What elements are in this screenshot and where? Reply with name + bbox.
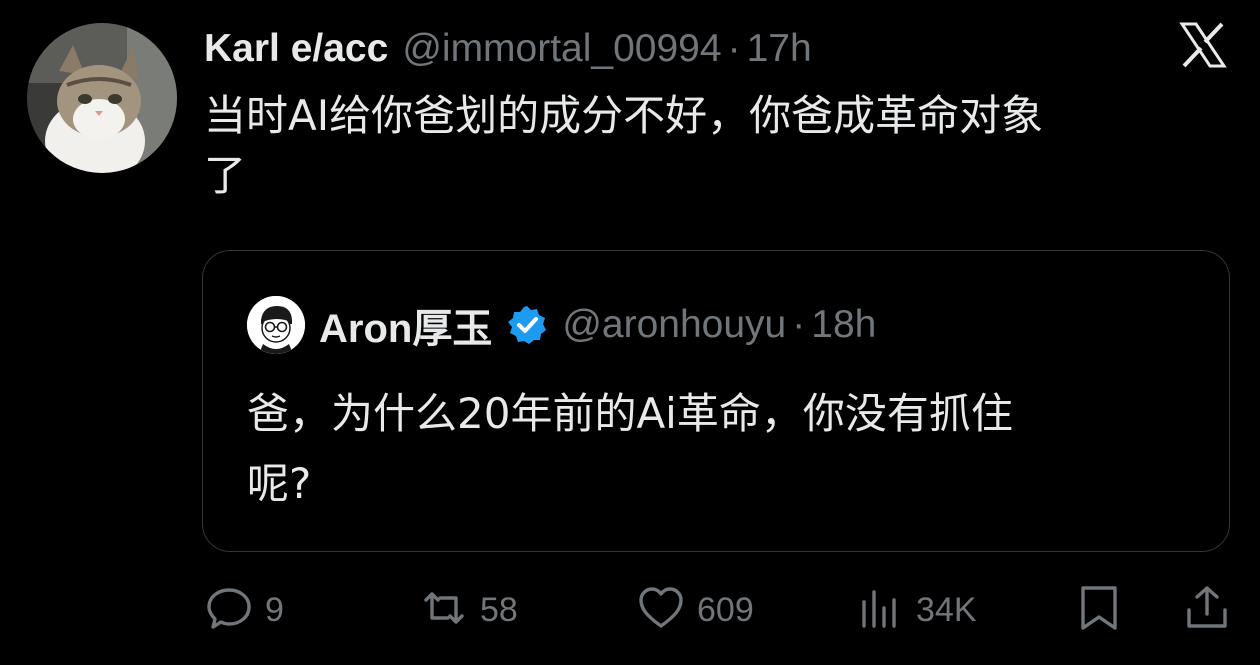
x-logo-icon: [1178, 20, 1228, 70]
quoted-tweet-timestamp[interactable]: 18h: [811, 303, 876, 347]
tweet-text-line: 了: [204, 151, 247, 200]
verified-badge-icon: [506, 304, 548, 346]
share-button[interactable]: [1183, 580, 1231, 640]
bookmark-icon: [1075, 584, 1123, 637]
header-separator: ·: [727, 27, 741, 70]
retweet-button[interactable]: 58: [420, 580, 518, 640]
views-button[interactable]: 34K: [856, 580, 977, 640]
tweet-timestamp[interactable]: 17h: [747, 27, 812, 71]
quoted-author-avatar: [247, 296, 305, 354]
quoted-tweet-card[interactable]: Aron厚玉 @aronhouyu · 18h 爸，为什么20年前的Ai革命，你…: [202, 250, 1230, 552]
author-handle[interactable]: @immortal_00994: [402, 27, 721, 71]
tweet-text-line: 当时AI给你爸划的成分不好，你爸成革命对象: [204, 91, 1044, 140]
retweet-icon: [420, 584, 468, 637]
tweet-text: 当时AI给你爸划的成分不好，你爸成革命对象 了: [204, 86, 1234, 206]
like-button[interactable]: 609: [637, 580, 754, 640]
quoted-author-handle[interactable]: @aronhouyu: [562, 303, 786, 347]
quoted-tweet-text: 爸，为什么20年前的Ai革命，你没有抓住 呢?: [247, 379, 1207, 519]
reply-icon: [205, 584, 253, 637]
tweet-header: Karl e/acc @immortal_00994 · 17h: [204, 24, 812, 74]
like-count: 609: [697, 590, 754, 629]
views-count: 34K: [916, 590, 977, 629]
quoted-header-separator: ·: [792, 303, 806, 346]
quoted-tweet-text-line: 爸，为什么20年前的Ai革命，你没有抓住: [247, 389, 1013, 438]
share-icon: [1183, 584, 1231, 637]
author-avatar[interactable]: [27, 23, 177, 173]
reply-button[interactable]: 9: [205, 580, 284, 640]
tweet-action-bar: 9 58 609 34K: [0, 580, 1260, 640]
bookmark-button[interactable]: [1075, 580, 1123, 640]
author-display-name[interactable]: Karl e/acc: [204, 27, 388, 71]
quoted-author-display-name[interactable]: Aron厚玉: [319, 296, 492, 354]
heart-icon: [637, 584, 685, 637]
views-icon: [856, 584, 904, 637]
quoted-tweet-header: Aron厚玉 @aronhouyu · 18h: [247, 296, 876, 354]
quoted-tweet-text-line: 呢?: [247, 459, 312, 508]
reply-count: 9: [265, 590, 284, 629]
retweet-count: 58: [480, 590, 518, 629]
